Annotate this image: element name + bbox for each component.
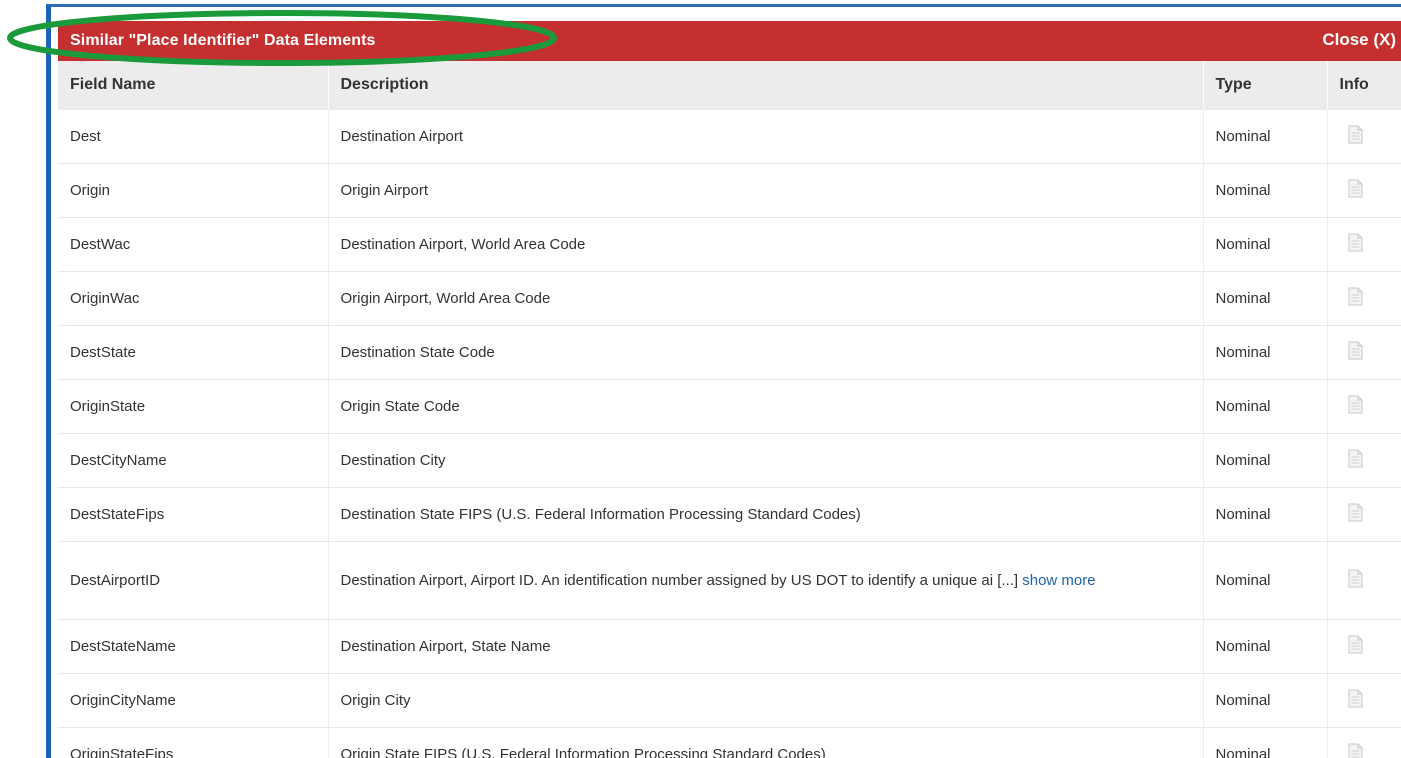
- table-row: OriginState Origin State Code Nominal: [58, 379, 1401, 434]
- type-cell: Nominal: [1203, 619, 1328, 674]
- field-name-cell: DestState: [58, 325, 329, 380]
- field-name-cell: DestCityName: [58, 433, 329, 488]
- description-cell: Destination City: [328, 433, 1204, 488]
- info-cell: [1327, 541, 1401, 620]
- dialog-title-bar: Similar "Place Identifier" Data Elements…: [58, 21, 1401, 61]
- description-text: Destination Airport, World Area Code: [340, 236, 586, 253]
- document-icon[interactable]: [1348, 449, 1363, 468]
- info-cell: [1327, 325, 1401, 380]
- info-cell: [1327, 487, 1401, 542]
- description-text: Destination State Code: [340, 344, 495, 361]
- info-cell: [1327, 433, 1401, 488]
- table-row: OriginStateFips Origin State FIPS (U.S. F…: [58, 727, 1401, 758]
- table-body: Dest Destination Airport Nominal Origin Orig…: [58, 109, 1401, 758]
- description-text: Destination Airport: [340, 128, 464, 145]
- table-row: OriginCityName Origin City Nominal: [58, 673, 1401, 728]
- description-text: Origin State Code: [340, 398, 460, 415]
- table-row: Dest Destination Airport Nominal: [58, 109, 1401, 164]
- field-name-cell: DestStateName: [58, 619, 329, 674]
- description-text: Destination Airport, Airport ID. An iden…: [340, 572, 1019, 589]
- field-name-cell: DestWac: [58, 217, 329, 272]
- description-cell: Destination Airport, State Name: [328, 619, 1204, 674]
- column-header-field-name[interactable]: Field Name: [58, 61, 329, 110]
- column-header-type[interactable]: Type: [1203, 61, 1328, 110]
- data-elements-table: Field Name Description Type Info Dest Des…: [58, 61, 1401, 758]
- info-cell: [1327, 271, 1401, 326]
- type-cell: Nominal: [1203, 271, 1328, 326]
- close-button[interactable]: Close (X): [1322, 30, 1396, 50]
- dialog-title: Similar "Place Identifier" Data Elements: [70, 32, 376, 49]
- description-text: Destination City: [340, 452, 446, 469]
- table-row: DestAirportID Destination Airport, Airpor…: [58, 541, 1401, 620]
- info-cell: [1327, 673, 1401, 728]
- column-header-info: Info: [1327, 61, 1401, 110]
- type-cell: Nominal: [1203, 217, 1328, 272]
- table-row: Origin Origin Airport Nominal: [58, 163, 1401, 218]
- type-cell: Nominal: [1203, 541, 1328, 620]
- description-cell: Destination Airport: [328, 109, 1204, 164]
- description-cell: Origin Airport: [328, 163, 1204, 218]
- description-text: Destination State FIPS (U.S. Federal Inf…: [340, 506, 861, 523]
- table-row: DestWac Destination Airport, World Area C…: [58, 217, 1401, 272]
- description-cell: Destination State Code: [328, 325, 1204, 380]
- field-name-cell: DestAirportID: [58, 541, 329, 620]
- info-cell: [1327, 619, 1401, 674]
- type-cell: Nominal: [1203, 379, 1328, 434]
- description-text: Origin Airport: [340, 182, 429, 199]
- table-row: DestStateName Destination Airport, State …: [58, 619, 1401, 674]
- field-name-cell: Dest: [58, 109, 329, 164]
- document-icon[interactable]: [1348, 569, 1363, 588]
- document-icon[interactable]: [1348, 395, 1363, 414]
- document-icon[interactable]: [1348, 233, 1363, 252]
- type-cell: Nominal: [1203, 163, 1328, 218]
- description-cell: Origin City: [328, 673, 1204, 728]
- document-icon[interactable]: [1348, 503, 1363, 522]
- table-row: OriginWac Origin Airport, World Area Code…: [58, 271, 1401, 326]
- table-row: DestState Destination State Code Nominal: [58, 325, 1401, 380]
- table-header-row: Field Name Description Type Info: [58, 61, 1401, 110]
- type-cell: Nominal: [1203, 109, 1328, 164]
- info-cell: [1327, 109, 1401, 164]
- field-name-cell: OriginCityName: [58, 673, 329, 728]
- field-name-cell: DestStateFips: [58, 487, 329, 542]
- info-cell: [1327, 727, 1401, 758]
- similar-elements-dialog: Similar "Place Identifier" Data Elements…: [46, 4, 1401, 758]
- table-row: DestStateFips Destination State FIPS (U.S…: [58, 487, 1401, 542]
- description-text: Origin Airport, World Area Code: [340, 290, 551, 307]
- description-text: Origin City: [340, 692, 411, 709]
- table-row: DestCityName Destination City Nominal: [58, 433, 1401, 488]
- type-cell: Nominal: [1203, 325, 1328, 380]
- field-name-cell: Origin: [58, 163, 329, 218]
- info-cell: [1327, 163, 1401, 218]
- type-cell: Nominal: [1203, 673, 1328, 728]
- document-icon[interactable]: [1348, 689, 1363, 708]
- description-text: Origin State FIPS (U.S. Federal Informat…: [340, 746, 826, 758]
- type-cell: Nominal: [1203, 433, 1328, 488]
- column-header-description[interactable]: Description: [328, 61, 1204, 110]
- description-cell: Origin Airport, World Area Code: [328, 271, 1204, 326]
- document-icon[interactable]: [1348, 125, 1363, 144]
- document-icon[interactable]: [1348, 743, 1363, 758]
- field-name-cell: OriginWac: [58, 271, 329, 326]
- document-icon[interactable]: [1348, 287, 1363, 306]
- data-elements-table-container: Field Name Description Type Info Dest Des…: [58, 61, 1401, 758]
- info-cell: [1327, 217, 1401, 272]
- document-icon[interactable]: [1348, 635, 1363, 654]
- description-cell: Destination Airport, Airport ID. An iden…: [328, 541, 1204, 620]
- document-icon[interactable]: [1348, 179, 1363, 198]
- info-cell: [1327, 379, 1401, 434]
- show-more-link[interactable]: show more: [1022, 572, 1095, 589]
- type-cell: Nominal: [1203, 727, 1328, 758]
- description-cell: Destination State FIPS (U.S. Federal Inf…: [328, 487, 1204, 542]
- description-cell: Origin State Code: [328, 379, 1204, 434]
- description-cell: Origin State FIPS (U.S. Federal Informat…: [328, 727, 1204, 758]
- description-cell: Destination Airport, World Area Code: [328, 217, 1204, 272]
- document-icon[interactable]: [1348, 341, 1363, 360]
- field-name-cell: OriginStateFips: [58, 727, 329, 758]
- field-name-cell: OriginState: [58, 379, 329, 434]
- description-text: Destination Airport, State Name: [340, 638, 551, 655]
- type-cell: Nominal: [1203, 487, 1328, 542]
